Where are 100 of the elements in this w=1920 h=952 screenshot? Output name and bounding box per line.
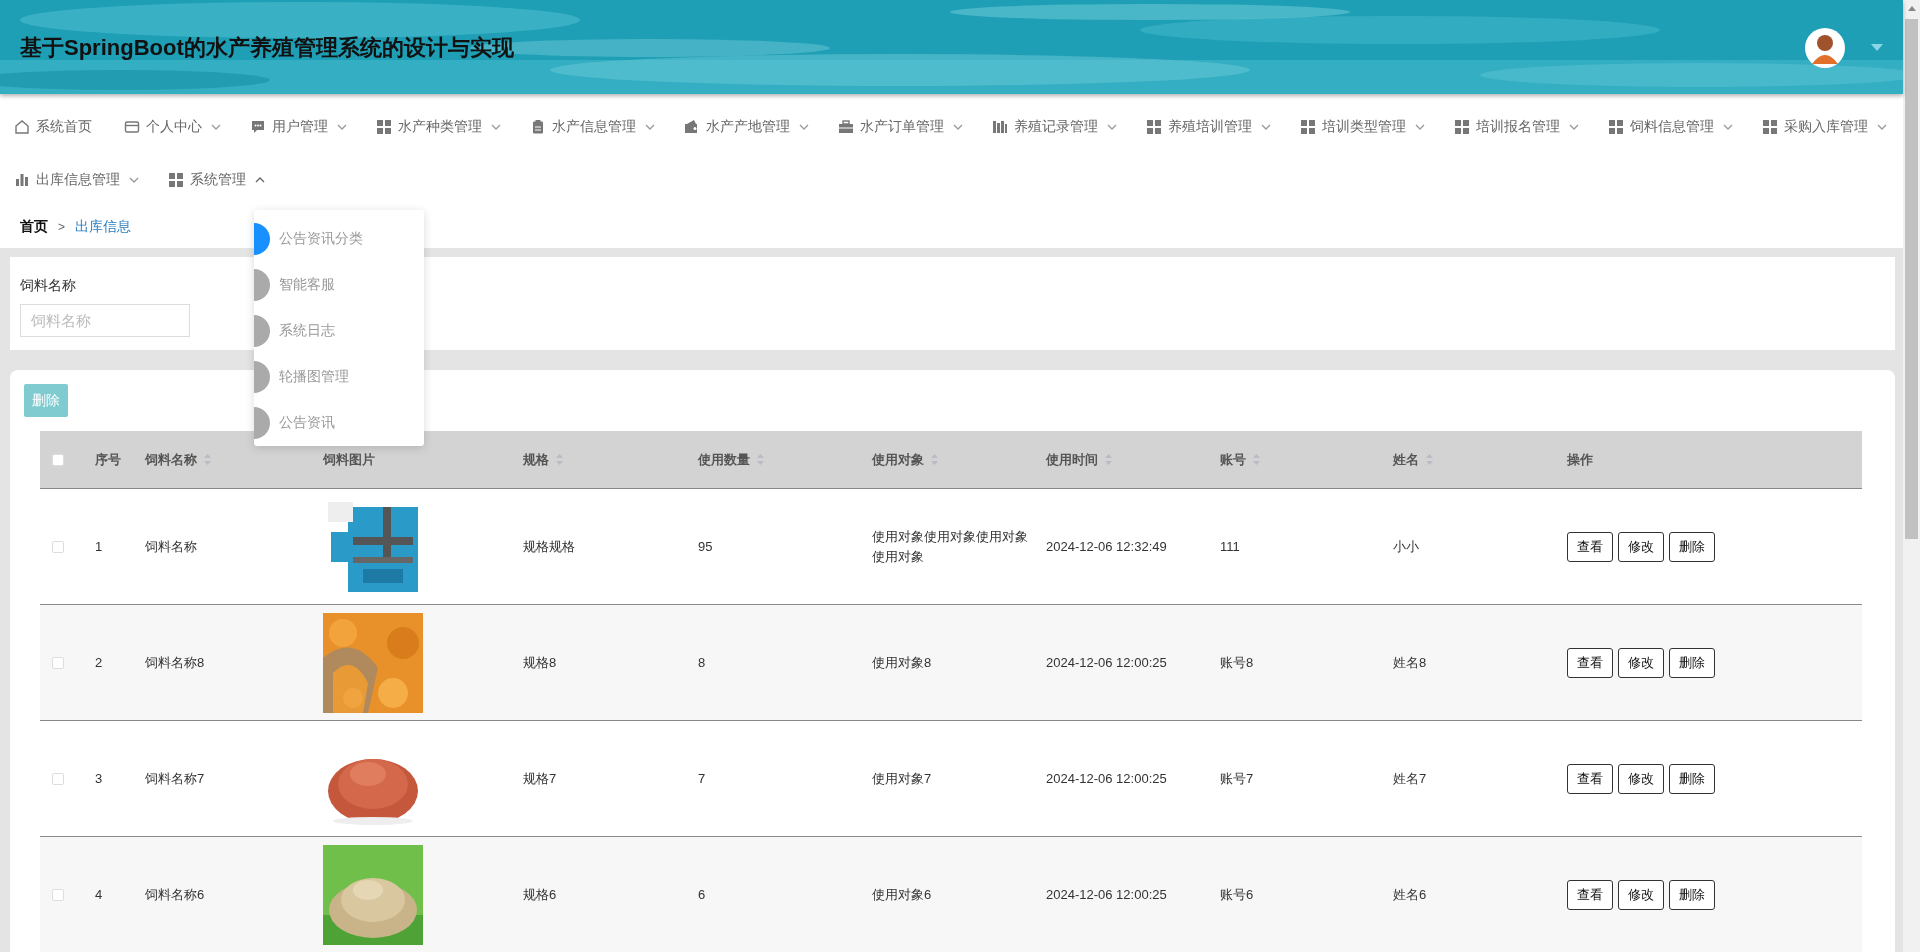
- column-header: 序号: [95, 450, 121, 469]
- nav-menu-item[interactable]: 饲料信息管理: [1608, 100, 1733, 154]
- nav-label: 养殖记录管理: [1014, 117, 1098, 136]
- column-header: 操作: [1567, 450, 1593, 469]
- table-cell-text: 1: [95, 537, 103, 556]
- card-icon: [124, 118, 140, 135]
- nav-menu-item[interactable]: 采购入库管理: [1762, 100, 1887, 154]
- column-header[interactable]: 使用对象: [872, 449, 924, 470]
- app-title: 基于SpringBoot的水产养殖管理系统的设计与实现: [20, 33, 515, 62]
- action-button[interactable]: 修改: [1618, 879, 1664, 910]
- breadcrumb-separator: >: [58, 219, 65, 234]
- clipboard-icon: [530, 118, 546, 135]
- column-header[interactable]: 使用数量: [698, 449, 750, 470]
- nav-label: 水产种类管理: [398, 117, 482, 136]
- column-header[interactable]: 使用时间: [1046, 449, 1098, 470]
- action-button[interactable]: 修改: [1618, 647, 1664, 678]
- nav-menu-item[interactable]: 水产信息管理: [530, 100, 655, 154]
- grid-icon: [1146, 118, 1162, 135]
- nav-menu-item[interactable]: 个人中心: [124, 100, 221, 154]
- column-header[interactable]: 姓名: [1393, 449, 1419, 470]
- chat-icon: [250, 118, 266, 135]
- nav-label: 水产订单管理: [860, 117, 944, 136]
- table-cell-text: 使用对象使用对象使用对象使用对象: [872, 527, 1029, 566]
- nav-menu-item[interactable]: 养殖培训管理: [1146, 100, 1271, 154]
- table-cell-text: 使用对象8: [872, 653, 932, 672]
- table-cell-text: 使用对象7: [872, 769, 932, 788]
- scrollbar[interactable]: [1903, 0, 1920, 952]
- checkbox[interactable]: [52, 888, 64, 901]
- table-cell-text: 2024-12-06 12:00:25: [1046, 769, 1167, 788]
- grid-icon: [1762, 118, 1778, 135]
- nav-menu-item[interactable]: 培训类型管理: [1300, 100, 1425, 154]
- grid-icon: [1300, 118, 1316, 135]
- nav-menu-item[interactable]: 出库信息管理: [14, 153, 139, 207]
- nav-label: 采购入库管理: [1784, 117, 1868, 136]
- grid-icon: [376, 118, 392, 135]
- grid-icon: [1608, 118, 1624, 135]
- nav-menu-item[interactable]: 水产订单管理: [838, 100, 963, 154]
- nav-label: 培训报名管理: [1476, 117, 1560, 136]
- checkbox[interactable]: [52, 656, 64, 669]
- table-cell-text: 规格6: [523, 885, 557, 904]
- books-icon: [992, 118, 1008, 135]
- caret-icon[interactable]: [1871, 44, 1883, 51]
- checkbox[interactable]: [52, 540, 64, 553]
- field-label: 饲料名称: [20, 276, 76, 295]
- table-cell-text: 规格规格: [523, 537, 575, 556]
- action-button[interactable]: 修改: [1618, 763, 1664, 794]
- column-header[interactable]: 规格: [523, 449, 549, 470]
- table-cell-text: 账号6: [1220, 885, 1254, 904]
- action-button[interactable]: 删除: [1669, 763, 1715, 794]
- nav-label: 用户管理: [272, 117, 328, 136]
- table-cell-text: 姓名7: [1393, 769, 1427, 788]
- action-button[interactable]: 查看: [1567, 531, 1613, 562]
- nav-label: 系统首页: [36, 117, 92, 136]
- nav-menu-item[interactable]: 系统管理: [168, 153, 265, 207]
- action-button[interactable]: 查看: [1567, 879, 1613, 910]
- nav-label: 养殖培训管理: [1168, 117, 1252, 136]
- table-cell-text: 8: [698, 653, 706, 672]
- nav-menu-item[interactable]: 养殖记录管理: [992, 100, 1117, 154]
- table-cell-text: 6: [698, 885, 706, 904]
- nav-label: 个人中心: [146, 117, 202, 136]
- checkbox[interactable]: [52, 772, 64, 785]
- nav-menu-item[interactable]: 水产种类管理: [376, 100, 501, 154]
- table-cell-text: 规格8: [523, 653, 557, 672]
- table-cell-text: 2: [95, 653, 103, 672]
- table-cell-text: 使用对象6: [872, 885, 932, 904]
- home-icon: [14, 118, 30, 135]
- nav-menu-item[interactable]: 水产产地管理: [684, 100, 809, 154]
- nav-label: 水产信息管理: [552, 117, 636, 136]
- table-cell-text: 小小: [1393, 537, 1419, 556]
- table-cell-text: 饲料名称6: [145, 885, 205, 904]
- table-cell-text: 账号8: [1220, 653, 1254, 672]
- table-cell-text: 规格7: [523, 769, 557, 788]
- column-header[interactable]: 饲料名称: [145, 449, 197, 470]
- table-cell-text: 饲料名称8: [145, 653, 205, 672]
- grid-icon: [168, 171, 184, 188]
- action-button[interactable]: 删除: [1669, 879, 1715, 910]
- table-cell-text: 2024-12-06 12:00:25: [1046, 885, 1167, 904]
- table-cell-text: 2024-12-06 12:32:49: [1046, 537, 1167, 556]
- breadcrumb-link[interactable]: 首页: [20, 217, 48, 236]
- nav-label: 出库信息管理: [36, 170, 120, 189]
- bar-chart-icon: [14, 171, 30, 188]
- nav-label: 饲料信息管理: [1630, 117, 1714, 136]
- action-button[interactable]: 删除: [1669, 647, 1715, 678]
- nav-menu-item[interactable]: 培训报名管理: [1454, 100, 1579, 154]
- breadcrumb-link[interactable]: 出库信息: [75, 217, 131, 236]
- checkbox[interactable]: [52, 453, 64, 466]
- table-cell-text: 95: [698, 537, 713, 556]
- action-button[interactable]: 修改: [1618, 531, 1664, 562]
- action-button[interactable]: 查看: [1567, 647, 1613, 678]
- search-field[interactable]: 饲料名称: [20, 303, 190, 337]
- table-cell-text: 111: [1220, 537, 1240, 556]
- nav-menu-item[interactable]: 系统首页: [14, 100, 95, 154]
- table-cell-text: 姓名8: [1393, 653, 1427, 672]
- column-header: 饲料图片: [323, 450, 375, 469]
- action-button[interactable]: 删除: [1669, 531, 1715, 562]
- nav-label: 系统管理: [190, 170, 246, 189]
- column-header[interactable]: 账号: [1220, 449, 1246, 470]
- wallet-icon: [684, 118, 700, 135]
- action-button[interactable]: 查看: [1567, 763, 1613, 794]
- nav-menu-item[interactable]: 用户管理: [250, 100, 347, 154]
